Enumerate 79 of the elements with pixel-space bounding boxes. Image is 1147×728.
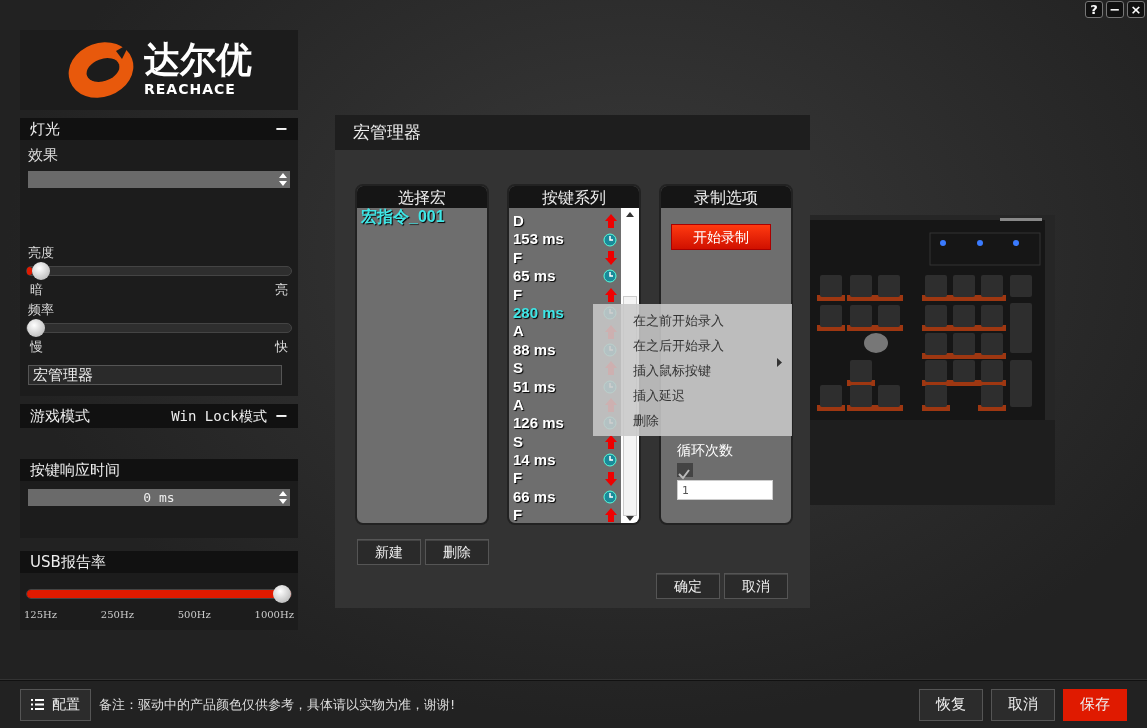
footer-note: 备注：驱动中的产品颜色仅供参考，具体请以实物为准，谢谢!	[99, 695, 457, 714]
column-title: 按键系列	[509, 186, 639, 208]
effect-select[interactable]	[28, 170, 290, 188]
close-button[interactable]: ×	[1127, 1, 1145, 18]
clock-icon	[603, 232, 617, 247]
ok-button[interactable]: 确定	[656, 573, 720, 599]
delay-entry[interactable]: 126 ms	[513, 414, 564, 433]
section-title: 按键响应时间	[30, 459, 120, 481]
response-time-select[interactable]: 0 ms	[28, 489, 290, 506]
mode-option: Win Lock模式	[171, 405, 267, 427]
cancel-button[interactable]: 取消	[991, 688, 1055, 721]
field-label: 效果	[27, 145, 59, 166]
slider-label: 亮度	[27, 243, 55, 262]
section-title: 游戏模式	[30, 405, 90, 427]
menu-item[interactable]: 删除	[633, 408, 659, 433]
delay-entry[interactable]: 14 ms	[513, 451, 556, 470]
submenu-arrow-icon	[777, 358, 782, 367]
logo-subtitle: REACHACE	[144, 79, 237, 99]
slider-handle[interactable]	[273, 585, 291, 603]
minimize-button[interactable]: −	[1106, 1, 1124, 18]
delay-entry[interactable]: 280 ms	[513, 303, 564, 323]
save-button[interactable]: 保存	[1063, 688, 1127, 721]
clock-icon	[603, 490, 617, 505]
menu-item[interactable]: 插入鼠标按键	[633, 358, 711, 383]
slider-handle[interactable]	[31, 262, 50, 280]
field-label: 循环次数	[677, 441, 734, 460]
collapse-button[interactable]: −	[274, 404, 288, 428]
spinner-icon	[278, 171, 288, 187]
start-recording-button[interactable]: 开始录制	[671, 224, 771, 250]
macro-manager-button[interactable]: 宏管理器	[28, 364, 282, 385]
section-title: 灯光	[30, 118, 60, 140]
key-entry[interactable]: S	[513, 359, 523, 378]
menu-item[interactable]: 在之后开始录入	[633, 333, 724, 358]
key-entry[interactable]: F	[513, 285, 523, 304]
clock-icon	[603, 453, 617, 468]
profile-button[interactable]: 配置	[20, 688, 91, 721]
delay-entry[interactable]: 66 ms	[513, 487, 556, 507]
tick-label: 250Hz	[100, 609, 134, 620]
menu-item[interactable]: 插入延迟	[633, 383, 685, 408]
tick-label: 500Hz	[177, 609, 211, 620]
section-title: USB报告率	[30, 551, 106, 573]
slider-handle[interactable]	[27, 319, 45, 337]
loop-count-field[interactable]: 1	[677, 480, 773, 500]
list-icon	[31, 699, 44, 710]
key-entry[interactable]: S	[513, 432, 523, 452]
tick-label: 125Hz	[24, 609, 58, 620]
slider-label: 频率	[27, 300, 55, 319]
reset-button[interactable]: 恢复	[919, 688, 983, 721]
cancel-button[interactable]: 取消	[724, 573, 788, 599]
min-label: 慢	[30, 338, 43, 356]
key-entry[interactable]: F	[513, 248, 523, 268]
key-entry[interactable]: F	[513, 506, 523, 523]
key-entry[interactable]: A	[513, 395, 524, 415]
delay-entry[interactable]: 65 ms	[513, 267, 556, 286]
max-label: 亮	[275, 281, 288, 299]
help-button[interactable]: ?	[1085, 1, 1103, 18]
delete-button[interactable]: 删除	[425, 539, 489, 565]
clock-icon	[603, 269, 617, 284]
column-title: 录制选项	[661, 186, 791, 208]
key-entry[interactable]: D	[513, 212, 524, 231]
macro-item[interactable]: 宏指令_001	[357, 208, 487, 227]
menu-item[interactable]: 在之前开始录入	[633, 308, 724, 333]
logo-text: 达尔优	[144, 40, 252, 79]
delay-entry[interactable]: 88 ms	[513, 340, 556, 360]
logo-icon	[66, 39, 136, 101]
dialog-title: 宏管理器	[353, 120, 421, 144]
tick-label: 1000Hz	[254, 609, 294, 620]
new-button[interactable]: 新建	[357, 539, 421, 565]
scroll-up-icon	[626, 212, 634, 217]
spinner-icon	[278, 490, 288, 505]
key-entry[interactable]: F	[513, 469, 523, 488]
collapse-button[interactable]: −	[274, 117, 288, 141]
min-label: 暗	[30, 281, 43, 299]
delay-entry[interactable]: 51 ms	[513, 377, 556, 396]
max-label: 快	[275, 338, 288, 356]
key-entry[interactable]: A	[513, 322, 524, 341]
column-title: 选择宏	[357, 186, 487, 208]
delay-entry[interactable]: 153 ms	[513, 230, 564, 249]
checkbox[interactable]	[677, 463, 693, 477]
